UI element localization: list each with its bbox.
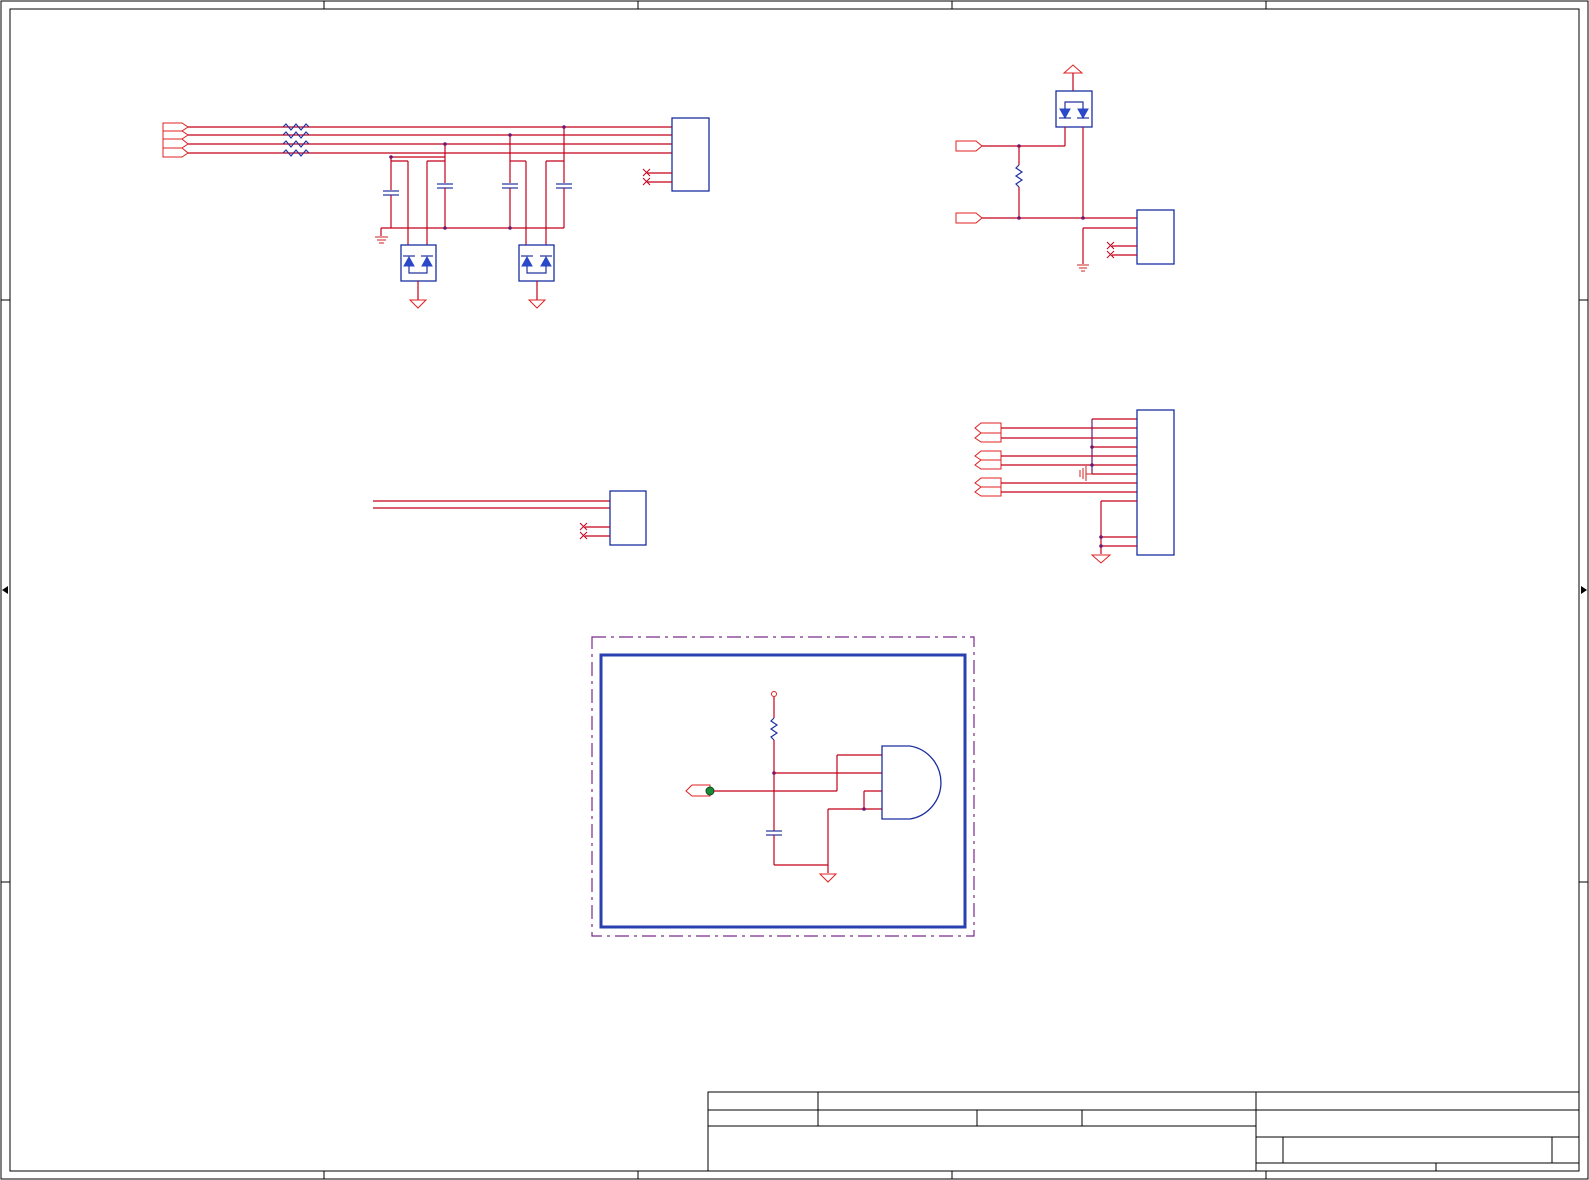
ground-arrow-icon [818, 873, 838, 883]
signal-port-b[interactable] [955, 212, 983, 224]
bidir-port-1[interactable] [974, 422, 1002, 434]
multi-pin-connector[interactable] [1136, 409, 1175, 556]
ground-icon [375, 236, 388, 244]
usb-connector-block [162, 117, 710, 309]
input-port-2[interactable] [162, 130, 189, 140]
power-connector[interactable] [1136, 209, 1175, 265]
power-diode-block [955, 64, 1175, 272]
input-port-4[interactable] [162, 147, 189, 158]
vcc-terminal-icon [771, 691, 777, 697]
two-wire-connector-block [373, 490, 647, 546]
right-center-arrow-icon [1581, 586, 1587, 594]
power-arrow-down-icon-3 [1090, 554, 1112, 564]
ground-icon [1077, 264, 1089, 272]
probe-marker-icon [705, 786, 715, 796]
bidir-port-4[interactable] [974, 459, 1002, 470]
bidir-port-6[interactable] [974, 486, 1002, 497]
input-port-1[interactable] [162, 122, 189, 132]
pullup-resistor[interactable] [1014, 164, 1024, 188]
capacitor-c3[interactable] [502, 183, 518, 189]
and-gate-reset-block [591, 636, 975, 937]
reset-pullup-resistor[interactable] [769, 717, 779, 741]
signal-port-a[interactable] [955, 140, 983, 152]
title-block [707, 1091, 1580, 1172]
left-center-arrow-icon [2, 586, 8, 594]
two-wire-connector[interactable] [609, 490, 647, 546]
bidir-port-3[interactable] [974, 450, 1002, 461]
dash-dot-border [591, 636, 975, 937]
capacitor-c1[interactable] [383, 190, 399, 196]
input-port-3[interactable] [162, 138, 189, 149]
bidir-port-5[interactable] [974, 477, 1002, 488]
nc-marks [642, 168, 672, 186]
and-gate[interactable] [881, 745, 942, 820]
tvs-diode-array-1[interactable] [400, 244, 437, 282]
power-arrow-up-icon [1062, 64, 1084, 74]
reset-capacitor[interactable] [766, 830, 782, 836]
capacitor-c4[interactable] [556, 183, 572, 189]
power-arrow-down-icon-1 [408, 299, 428, 309]
input-ports [162, 122, 189, 158]
tvs-diode-array-2[interactable] [518, 244, 555, 282]
multi-pin-connector-block [974, 409, 1175, 564]
schematic-canvas [0, 0, 1589, 1180]
usb-connector[interactable] [671, 117, 710, 192]
dual-diode[interactable] [1055, 90, 1093, 128]
sheet-frame [0, 0, 1589, 1180]
chassis-ground-icon [1079, 466, 1092, 481]
bidir-port-2[interactable] [974, 432, 1002, 443]
power-arrow-down-icon-2 [527, 299, 547, 309]
capacitor-c2[interactable] [437, 183, 453, 189]
